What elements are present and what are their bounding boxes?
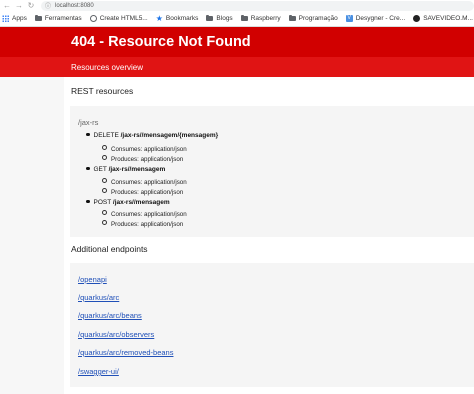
bookmark-bookmarks[interactable]: ★ Bookmarks — [155, 14, 199, 23]
endpoint-link-openapi[interactable]: /openapi — [78, 275, 107, 284]
page-title: 404 - Resource Not Found — [71, 34, 251, 50]
bullet-circle — [102, 155, 107, 160]
bookmark-apps[interactable]: Apps — [2, 15, 27, 22]
resource-delete: DELETE /jax-rs//mensagem/{mensagem} — [86, 132, 218, 139]
additional-endpoints-panel — [70, 263, 474, 387]
bullet-circle — [102, 210, 107, 215]
bullet-dot — [86, 132, 90, 136]
bookmarks-bar: Apps Ferramentas Create HTML5... ★ Bookma… — [0, 11, 474, 27]
folder-icon — [34, 14, 42, 21]
folder-icon — [240, 14, 248, 21]
bullet-dot — [86, 166, 90, 170]
rest-resources-heading: REST resources — [71, 86, 134, 96]
bookmark-create-html5[interactable]: Create HTML5... — [89, 15, 148, 22]
bookmark-programacao[interactable]: Programação — [288, 14, 338, 22]
info-icon[interactable]: ⓘ — [45, 1, 51, 10]
endpoint-link-quarkus-arc-removed-beans[interactable]: /quarkus/arc/removed-beans — [78, 348, 173, 357]
bookmark-blogs[interactable]: Blogs — [206, 14, 233, 22]
page-subtitle: Resources overview — [71, 63, 144, 72]
page-header: 404 - Resource Not Found Resources overv… — [0, 27, 474, 77]
star-icon: ★ — [155, 14, 163, 23]
url-text: localhost:8080 — [55, 2, 94, 9]
left-gutter — [0, 77, 64, 394]
resource-root-path: /jax-rs — [78, 118, 99, 127]
endpoint-link-quarkus-arc-beans[interactable]: /quarkus/arc/beans — [78, 311, 142, 320]
bullet-circle — [102, 178, 107, 183]
folder-icon — [288, 14, 296, 21]
reload-icon[interactable]: ↻ — [25, 0, 37, 11]
endpoint-link-quarkus-arc-observers[interactable]: /quarkus/arc/observers — [78, 330, 154, 339]
resource-post: POST /jax-rs//mensagem — [86, 199, 170, 206]
globe-icon — [89, 15, 97, 22]
bookmark-desygner[interactable]: V Desygner - Cre... — [345, 15, 405, 22]
folder-icon — [206, 14, 214, 21]
address-bar[interactable]: ⓘ localhost:8080 — [41, 0, 474, 11]
resource-get-consumes: Consumes: application/json — [102, 178, 187, 186]
resource-post-produces: Produces: application/json — [102, 220, 183, 228]
resource-post-consumes: Consumes: application/json — [102, 210, 187, 218]
resource-get-produces: Produces: application/json — [102, 188, 183, 196]
resource-get: GET /jax-rs//mensagem — [86, 166, 165, 173]
resource-delete-produces: Produces: application/json — [102, 155, 183, 163]
endpoint-link-swagger-ui[interactable]: /swagger-ui/ — [78, 367, 119, 376]
savevideo-icon — [413, 15, 421, 22]
forward-arrow-icon[interactable]: → — [13, 0, 25, 11]
bullet-circle — [102, 145, 107, 150]
bookmark-raspberry[interactable]: Raspberry — [240, 14, 281, 22]
desygner-icon: V — [345, 15, 353, 22]
bullet-circle — [102, 188, 107, 193]
bullet-circle — [102, 220, 107, 225]
back-arrow-icon[interactable]: ← — [1, 0, 13, 11]
browser-toolbar: ← → ↻ ⓘ localhost:8080 — [0, 0, 474, 11]
apps-grid-icon — [2, 15, 9, 22]
resource-delete-consumes: Consumes: application/json — [102, 145, 187, 153]
endpoint-link-quarkus-arc[interactable]: /quarkus/arc — [78, 293, 119, 302]
bullet-dot — [86, 199, 90, 203]
additional-endpoints-heading: Additional endpoints — [71, 244, 148, 254]
bookmark-ferramentas[interactable]: Ferramentas — [34, 14, 82, 22]
bookmark-savevideo[interactable]: SAVEVIDEO.M... — [413, 15, 473, 22]
